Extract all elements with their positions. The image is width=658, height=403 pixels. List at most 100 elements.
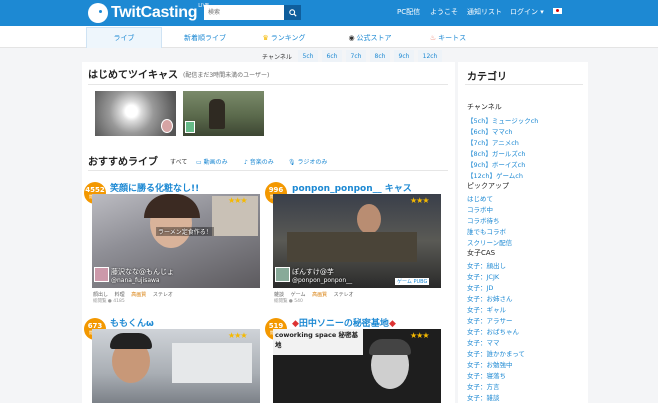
flame-icon: ◆ [388,319,396,329]
logo-text: TwitCasting [111,4,198,21]
filter-music-only-label: 音楽のみ [249,159,274,166]
tab-new-live[interactable]: 新着順ライブ [172,27,238,48]
live-thumbnail[interactable] [92,329,260,403]
filter-all[interactable]: すべて [170,157,187,166]
rating-stars-icon: ★★★ [228,196,247,205]
category-link[interactable]: 女子：ギャル [467,304,506,314]
category-link[interactable]: 【9ch】ボーイズch [467,159,525,169]
first-time-thumbnail[interactable] [183,91,264,136]
channel-9ch[interactable]: 9ch [394,50,414,62]
tag: ステレオ [152,292,173,298]
caster-name[interactable]: ぽんすけ@芋 [292,267,334,277]
category-link[interactable]: 女子：お勉強中 [467,359,513,369]
flame-icon: ◆ [292,319,299,329]
category-link[interactable]: 女子：JCJK [467,271,499,281]
divider [88,84,448,85]
hair-image [369,339,411,355]
live-thumbnail[interactable]: ゲーム PUBG ぽんすけ@芋 @ponpon_ponpon__ [273,194,441,288]
tab-ranking-label: ランキング [270,33,306,42]
overlay-caption: ラーメン定食作る！ [156,227,214,236]
category-link[interactable]: 女子：おばちゃん [467,326,519,336]
live-title-text: 田中ソニーの秘密基地 [298,319,389,329]
category-link[interactable]: 女子：ママ [467,337,500,347]
live-title-link[interactable]: ponpon_ponpon__ キャス [292,181,412,194]
first-time-thumbnail[interactable] [95,91,176,136]
game-character-image [209,99,225,129]
category-link[interactable]: 女子：方言 [467,381,500,391]
caster-id[interactable]: @nana_fujisawa [111,277,160,284]
channel-6ch[interactable]: 6ch [322,50,342,62]
channel-12ch[interactable]: 12ch [418,50,442,62]
filter-radio-only-label: ラジオのみ [297,159,328,166]
channel-label: チャンネル [262,54,292,61]
first-time-title: はじめてツイキャス [88,70,178,81]
category-link[interactable]: 女子：お姉さん [467,293,513,303]
first-time-subtitle: (配信まだ3時間未満のユーザー) [183,72,270,79]
caster-name[interactable]: 藤沢なな@もんじょ [111,267,174,277]
welcome-link[interactable]: ようこそ [430,7,458,17]
category-link[interactable]: 女子：誰かかまって [467,348,525,358]
category-link[interactable]: コラボ中 [467,204,493,214]
channel-5ch[interactable]: 5ch [298,50,318,62]
live-title-link[interactable]: ◆田中ソニーの秘密基地◆ [292,316,396,329]
search-input[interactable] [204,5,284,20]
category-link[interactable]: 女子：JD [467,282,493,292]
crown-icon: ♛ [262,33,269,42]
overlay-caption: ゲーム PUBG [395,278,430,285]
tag-list: 顔出し 料理 高画質 ステレオ [93,291,178,298]
search-button[interactable] [284,5,301,20]
tab-official-store-label: 公式ストア [356,33,392,42]
tag: 高画質 [131,292,147,298]
caster-id[interactable]: @ponpon_ponpon__ [292,277,352,284]
category-link[interactable]: スクリーン配信 [467,237,512,247]
search-icon [288,8,297,17]
category-link[interactable]: 女子：雑談 [467,392,500,402]
total-views: 総閲覧 ● 4185 [93,299,125,304]
category-link[interactable]: 【5ch】ミュージックch [467,115,538,125]
tag: ステレオ [333,292,354,298]
avatar [185,121,195,133]
avatar [161,119,173,133]
background-image [172,343,252,383]
tab-kitos[interactable]: ♨ キートス [426,27,470,48]
tag-list: 雑談 ゲーム 高画質 ステレオ [274,291,359,298]
category-link[interactable]: 女子：アラサー [467,315,513,325]
category-link[interactable]: 【8ch】ガールズch [467,148,526,158]
live-thumbnail[interactable]: coworking space 秘密基地 [273,329,441,403]
category-link[interactable]: 【6ch】ママch [467,126,513,136]
category-link[interactable]: はじめて [467,193,493,203]
category-link[interactable]: 女子：寝落ち [467,370,506,380]
rating-stars-icon: ★★★ [228,331,247,340]
japan-flag-icon[interactable] [553,8,562,14]
category-link[interactable]: 女子：顔出し [467,260,506,270]
channel-8ch[interactable]: 8ch [370,50,390,62]
category-link[interactable]: 誰でもコラボ [467,226,506,236]
category-link[interactable]: 【12ch】ゲームch [467,170,523,180]
category-link[interactable]: コラボ待ち [467,215,500,225]
login-menu[interactable]: ログイン ▾ [510,7,544,17]
tag: 高画質 [312,292,328,298]
pc-broadcast-link[interactable]: PC配信 [397,7,420,17]
divider [465,84,583,85]
live-title-link[interactable]: ももくんω [110,316,154,329]
category-title: カテゴリ [467,72,507,83]
category-group-heading: ピックアップ [467,182,509,190]
category-link[interactable]: 【7ch】アニメch [467,137,519,147]
twitcasting-logo[interactable]: TwitCasting LIVE [88,2,209,24]
tab-ranking[interactable]: ♛ ランキング [252,27,316,48]
tab-official-store[interactable]: ◉ 公式ストア [340,27,400,48]
filter-video-only[interactable]: ▭ 動画のみ [196,157,228,166]
channel-7ch[interactable]: 7ch [346,50,366,62]
overlay-caption: coworking space 秘密基地 [275,331,359,349]
notification-list-link[interactable]: 通知リスト [467,7,502,17]
tab-live-label: ライブ [113,34,135,42]
rating-stars-icon: ★★★ [410,196,429,205]
category-group-heading: チャンネル [467,103,502,111]
recommended-title: おすすめライブ [88,157,158,168]
filter-radio-only[interactable]: 🎙 ラジオのみ [288,157,327,166]
live-thumbnail[interactable]: ラーメン定食作る！ 藤沢なな@もんじょ @nana_fujisawa [92,194,260,288]
filter-music-only[interactable]: ♪ 音楽のみ [244,157,274,166]
live-title-link[interactable]: 笑顔に勝る化粧なし!! [110,181,199,194]
tab-live[interactable]: ライブ [86,27,162,48]
game-scene-image [287,232,417,262]
